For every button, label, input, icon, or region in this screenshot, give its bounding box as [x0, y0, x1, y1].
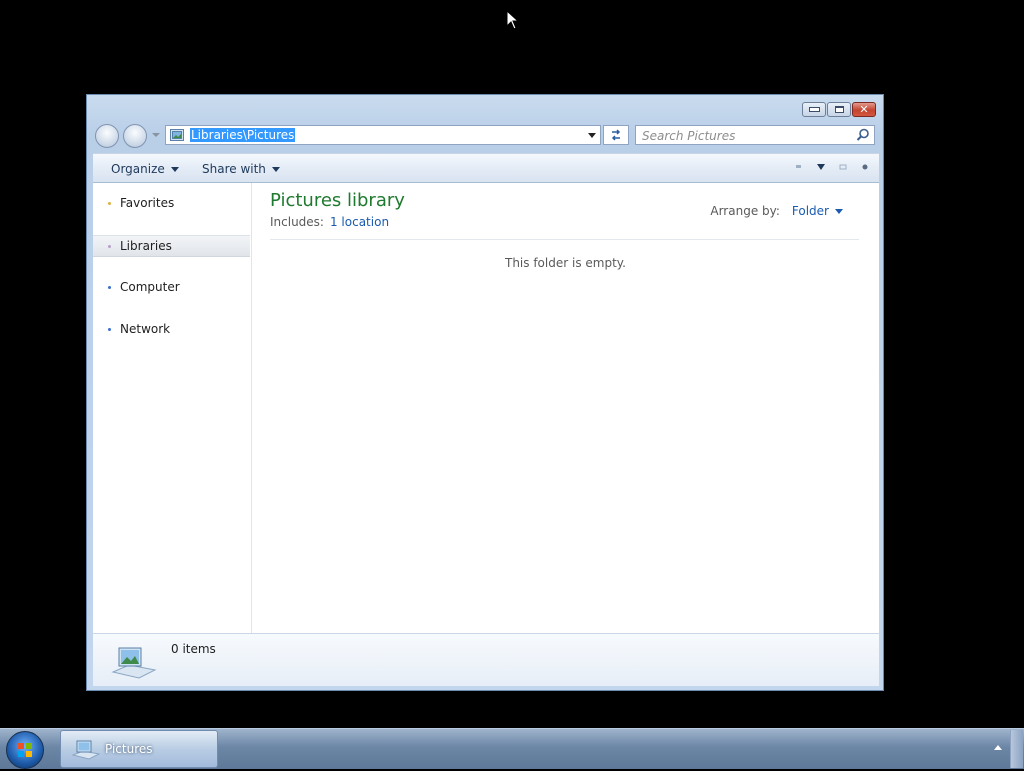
address-text[interactable]: Libraries\Pictures [190, 128, 296, 142]
taskbar-item-pictures[interactable]: Pictures [60, 730, 218, 768]
pictures-library-icon [71, 740, 101, 760]
command-bar: Organize Share with [93, 153, 879, 183]
file-list-pane: Pictures library Includes: 1 location Arr… [252, 183, 879, 633]
change-view-icon[interactable] [795, 163, 803, 171]
address-bar[interactable]: Libraries\Pictures [165, 125, 601, 145]
content-area: Favorites Libraries Computer Network Pic… [93, 183, 879, 633]
network-icon [108, 327, 111, 331]
maximize-icon [834, 106, 844, 113]
library-includes: Includes: 1 location [270, 215, 389, 229]
refresh-icon [611, 129, 621, 141]
view-controls [795, 163, 869, 171]
chevron-down-icon [271, 166, 280, 172]
show-hidden-icons-button[interactable] [994, 745, 1002, 750]
minimize-icon [808, 107, 820, 112]
share-with-button[interactable]: Share with [202, 162, 280, 176]
nav-item-libraries[interactable]: Libraries [93, 235, 250, 257]
nav-item-favorites[interactable]: Favorites [93, 193, 250, 213]
arrange-by-value: Folder [791, 204, 829, 218]
recent-pages-dropdown[interactable] [152, 133, 160, 137]
taskbar: Pictures [0, 728, 1024, 769]
close-button[interactable]: ✕ [852, 102, 876, 117]
windows-logo-icon [18, 743, 32, 757]
organize-button[interactable]: Organize [111, 162, 179, 176]
search-box[interactable] [635, 125, 875, 146]
pictures-folder-icon [170, 129, 184, 141]
search-icon[interactable] [856, 128, 870, 142]
start-button[interactable] [6, 731, 44, 769]
arrange-by: Arrange by: Folder [710, 204, 843, 218]
explorer-window: ✕ Libraries\Pictures Search Pictures Org… [86, 94, 884, 691]
mouse-cursor-icon [506, 10, 518, 30]
arrange-by-dropdown[interactable]: Folder [792, 204, 843, 218]
close-icon: ✕ [859, 103, 869, 116]
caption-buttons: ✕ [802, 102, 876, 117]
navigation-pane: Favorites Libraries Computer Network [93, 183, 252, 633]
help-icon[interactable] [861, 163, 869, 171]
nav-item-label: Libraries [120, 239, 172, 253]
details-pane: 0 items [93, 633, 879, 686]
search-input[interactable] [636, 126, 854, 146]
nav-item-label: Network [120, 322, 171, 336]
maximize-button[interactable] [827, 102, 851, 117]
address-dropdown-arrow[interactable] [588, 133, 596, 138]
nav-item-label: Computer [120, 280, 180, 294]
empty-folder-message: This folder is empty. [505, 256, 626, 270]
nav-item-computer[interactable]: Computer [93, 277, 250, 297]
view-options-dropdown-icon[interactable] [817, 164, 825, 170]
show-desktop-button[interactable] [1010, 730, 1023, 768]
share-with-label: Share with [202, 162, 266, 176]
organize-label: Organize [111, 162, 165, 176]
header-divider [270, 239, 859, 240]
forward-button[interactable] [123, 124, 147, 148]
nav-item-network[interactable]: Network [93, 319, 250, 339]
chevron-down-icon [835, 208, 843, 214]
library-title: Pictures library [270, 190, 405, 211]
pictures-library-icon [111, 647, 157, 679]
taskbar-item-label: Pictures [105, 742, 153, 756]
minimize-button[interactable] [802, 102, 826, 117]
item-count: 0 items [171, 642, 216, 656]
computer-icon [108, 285, 111, 289]
navigation-row: Libraries\Pictures [95, 123, 875, 149]
includes-locations-link[interactable]: 1 location [330, 215, 389, 229]
arrange-by-label: Arrange by: [710, 204, 780, 218]
back-button[interactable] [95, 124, 119, 148]
refresh-button[interactable] [603, 125, 629, 145]
includes-label: Includes: [270, 215, 324, 229]
libraries-icon [108, 244, 111, 248]
nav-item-label: Favorites [120, 196, 175, 210]
chevron-down-icon [170, 166, 179, 172]
preview-pane-icon[interactable] [839, 163, 847, 171]
favorites-star-icon [108, 201, 111, 205]
